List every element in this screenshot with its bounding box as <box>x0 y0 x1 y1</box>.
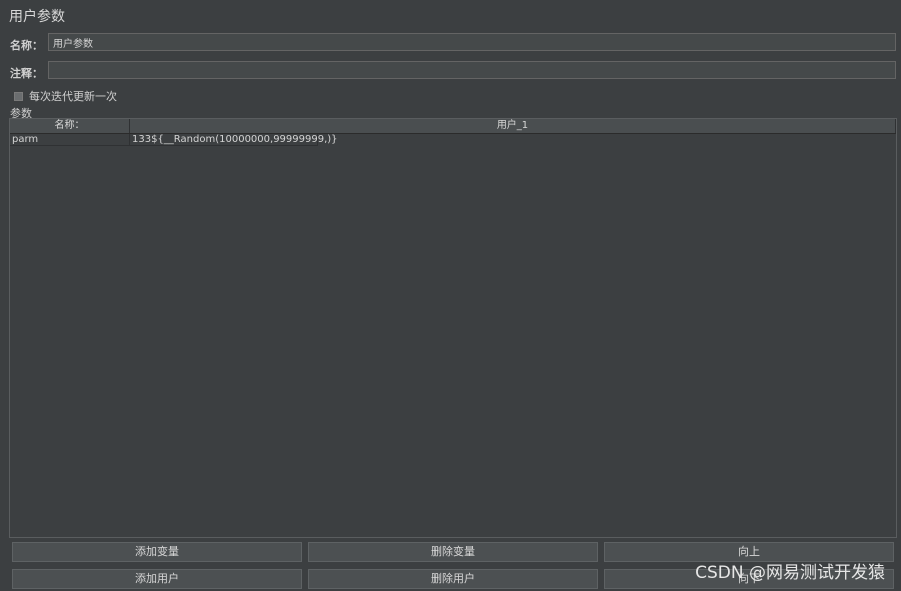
delete-variable-button[interactable]: 删除变量 <box>308 542 598 562</box>
update-once-per-iteration-label: 每次迭代更新一次 <box>29 90 117 103</box>
params-table[interactable]: 名称： 用户_1 parm 133${__Random(10000000,999… <box>9 118 897 538</box>
add-user-button[interactable]: 添加用户 <box>12 569 302 589</box>
update-once-per-iteration-checkbox[interactable] <box>14 91 23 101</box>
table-row[interactable]: parm 133${__Random(10000000,99999999,)} <box>10 134 338 146</box>
delete-user-button[interactable]: 删除用户 <box>308 569 598 589</box>
add-variable-button[interactable]: 添加变量 <box>12 542 302 562</box>
panel-title: 用户参数 <box>9 9 65 25</box>
table-header: 名称： 用户_1 <box>10 119 896 134</box>
name-label: 名称： <box>10 39 43 52</box>
name-field[interactable] <box>48 33 896 51</box>
comment-field[interactable] <box>48 61 896 79</box>
column-header-name[interactable]: 名称： <box>10 119 130 133</box>
watermark: CSDN @网易测试开发猿 <box>695 563 885 583</box>
column-header-user-1[interactable]: 用户_1 <box>130 119 896 133</box>
cell-name[interactable]: parm <box>10 134 130 146</box>
update-once-per-iteration-row[interactable]: 每次迭代更新一次 <box>14 88 117 104</box>
comment-label: 注释： <box>10 67 43 80</box>
cell-user-1[interactable]: 133${__Random(10000000,99999999,)} <box>130 134 338 146</box>
